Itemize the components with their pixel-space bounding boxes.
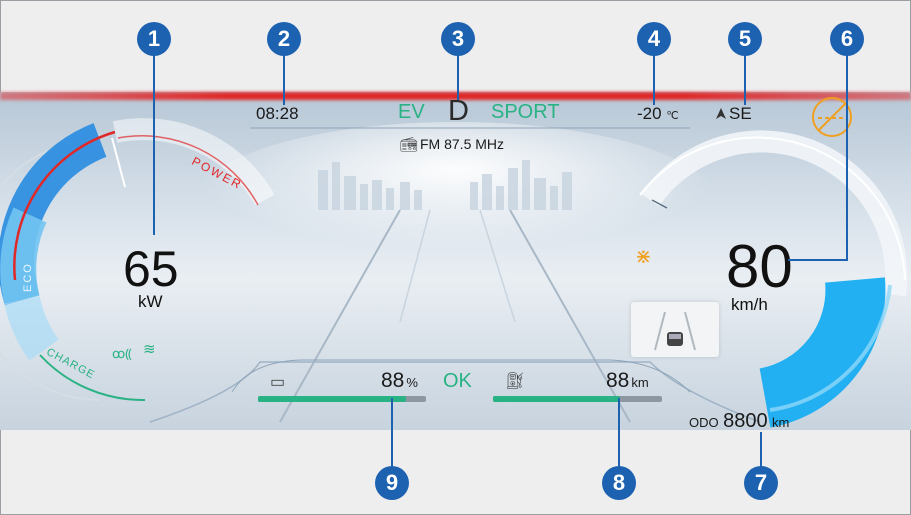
battery-level: 88% (381, 369, 418, 393)
marker-line-6 (846, 55, 848, 260)
range-unit: km (631, 375, 649, 390)
marker-2: 2 (267, 22, 301, 56)
speed-unit: km/h (731, 295, 768, 314)
odometer-value: 8800 (723, 410, 768, 432)
heading-arrow-icon (716, 108, 726, 119)
marker-line-5 (744, 55, 746, 105)
range-bar-fill (493, 396, 620, 402)
battery-unit: % (406, 375, 418, 390)
range-level: 88 km (606, 369, 649, 393)
marker-line-4 (653, 55, 655, 105)
speed-value: 80 (726, 233, 793, 300)
radio-icon: 📻︎ (400, 136, 418, 152)
odometer-label: ODO (689, 415, 719, 430)
drive-mode-ev: EV (398, 101, 425, 123)
radio-station: FM 87.5 MHz (420, 136, 505, 152)
battery-value: 88 (381, 369, 405, 392)
wireless-charge-icon: ≋ (143, 341, 156, 358)
clock-time: 08:28 (256, 104, 299, 123)
odometer-unit: km (772, 415, 790, 430)
lane-car-icon (654, 311, 696, 351)
compass-heading: SE (729, 104, 752, 123)
battery-icon: ▭ (270, 374, 286, 391)
marker-4: 4 (637, 22, 671, 56)
marker-line-8 (618, 398, 620, 468)
battery-bar-fill (258, 396, 406, 402)
status-ok: OK (443, 370, 472, 392)
marker-line-9 (391, 398, 393, 468)
marker-line-3 (457, 55, 459, 100)
eco-label: ECO (22, 262, 34, 292)
marker-line-2 (283, 55, 285, 105)
range-value: 88 (606, 369, 630, 392)
marker-3: 3 (441, 22, 475, 56)
marker-line-1 (153, 55, 155, 235)
marker-8: 8 (602, 466, 636, 500)
temperature-unit: ℃ (666, 110, 679, 122)
fuel-pump-icon: ⛽︎ (505, 373, 526, 390)
marker-line-6b (788, 259, 848, 261)
marker-9: 9 (375, 466, 409, 500)
power-unit: kW (138, 292, 163, 311)
marker-7: 7 (744, 466, 778, 500)
sport-mode: SPORT (491, 101, 560, 123)
marker-1: 1 (137, 22, 171, 56)
temperature-value: -20 (637, 104, 662, 123)
adas-car-card (631, 302, 719, 357)
marker-6: 6 (830, 22, 864, 56)
odometer: ODO 8800 km (689, 410, 789, 433)
marker-5: 5 (728, 22, 762, 56)
outside-temperature: -20 ℃ (637, 104, 679, 124)
regen-icon: ꝏ⸨ (112, 346, 132, 361)
power-value: 65 (123, 241, 179, 297)
fog-light-icon: ⋇ (635, 246, 652, 268)
